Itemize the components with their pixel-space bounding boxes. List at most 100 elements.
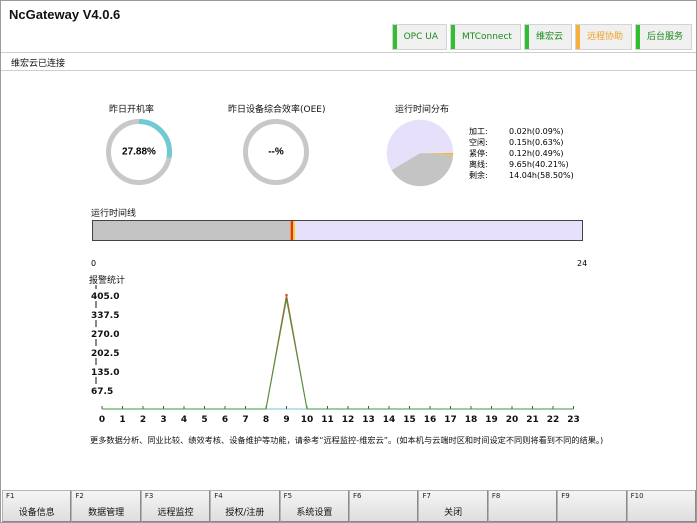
alarm-series-line-1 xyxy=(102,299,574,410)
uptime-value: 27.88% xyxy=(122,146,156,158)
fkey-label: 关闭 xyxy=(444,508,463,518)
legend-label-estop: 紧停: xyxy=(469,149,488,158)
fkey-code: F2 xyxy=(75,492,84,500)
legend-row-processing: 加工: 0.02h(0.09%) xyxy=(469,126,574,137)
alarm-peak-point-1 xyxy=(285,297,288,301)
x-tick-label: 2 xyxy=(140,415,146,425)
uptime-gauge: 27.88% xyxy=(105,118,173,186)
x-tick-label: 16 xyxy=(424,415,437,425)
alarm-peak-point-0 xyxy=(285,293,288,297)
uptime-caption: 昨日开机率 xyxy=(109,105,155,115)
timeline-caption: 运行时间线 xyxy=(91,209,137,219)
x-tick-label: 23 xyxy=(567,415,580,425)
legend-row-estop: 紧停: 0.12h(0.49%) xyxy=(469,148,574,159)
gateway-window: NcGateway V4.0.6 OPC UA MTConnect 维宏云 远程… xyxy=(0,0,697,523)
window-title: NcGateway V4.0.6 xyxy=(9,7,121,22)
header-divider xyxy=(1,52,696,53)
fkey-f2-data-management[interactable]: F2 数据管理 xyxy=(71,490,141,522)
legend-value-processing: 0.02h(0.09%) xyxy=(509,127,564,136)
legend-label-offline: 离线: xyxy=(469,160,488,169)
timeline-segment-0 xyxy=(93,221,290,240)
runtime-timeline-bar xyxy=(92,220,583,241)
x-tick-label: 3 xyxy=(160,415,166,425)
y-tick-label: 67.5 xyxy=(91,387,113,397)
tab-mtconnect[interactable]: MTConnect xyxy=(450,24,521,50)
timeline-start-label: 0 xyxy=(91,259,97,268)
x-tick-label: 19 xyxy=(485,415,498,425)
x-tick-label: 10 xyxy=(301,415,314,425)
x-tick-label: 1 xyxy=(119,415,125,425)
fkey-f10[interactable]: F10 xyxy=(626,490,697,522)
legend-label-idle: 空闲: xyxy=(469,138,488,147)
legend-value-estop: 0.12h(0.49%) xyxy=(509,149,564,158)
tab-background-service[interactable]: 后台服务 xyxy=(634,24,692,50)
fkey-f3-remote-monitor[interactable]: F3 远程监控 xyxy=(140,490,211,522)
x-tick-label: 21 xyxy=(526,415,539,425)
legend-value-offline: 9.65h(40.21%) xyxy=(509,160,569,169)
timeline-segment-4 xyxy=(295,221,582,240)
fkey-f7-close[interactable]: F7 关闭 xyxy=(418,490,488,522)
y-tick-label: 135.0 xyxy=(91,368,119,378)
y-tick-label: 337.5 xyxy=(91,311,119,321)
fkey-f6[interactable]: F6 xyxy=(349,490,419,522)
x-tick-label: 5 xyxy=(201,415,207,425)
legend-row-idle: 空闲: 0.15h(0.63%) xyxy=(469,137,574,148)
x-tick-label: 17 xyxy=(444,415,457,425)
x-tick-label: 12 xyxy=(342,415,355,425)
fkey-f5-system-settings[interactable]: F5 系统设置 xyxy=(279,490,350,522)
x-tick-label: 8 xyxy=(263,415,269,425)
fkey-label: 系统设置 xyxy=(296,508,333,518)
y-tick-label: 270.0 xyxy=(91,330,119,340)
fkey-code: F7 xyxy=(422,492,431,500)
timeline-end-label: 24 xyxy=(577,259,588,268)
legend-value-remaining: 14.04h(58.50%) xyxy=(509,171,574,180)
fkey-f1-device-info[interactable]: F1 设备信息 xyxy=(2,490,72,522)
y-tick-label: 405.0 xyxy=(91,292,119,302)
distribution-pie xyxy=(386,119,454,187)
fkey-code: F9 xyxy=(561,492,570,500)
function-key-bar: F1 设备信息 F2 数据管理 F3 远程监控 F4 授权/注册 F5 系统设置 F6 F… xyxy=(2,490,697,522)
x-tick-label: 6 xyxy=(222,415,228,425)
x-tick-label: 22 xyxy=(547,415,560,425)
fkey-code: F8 xyxy=(491,492,501,500)
distribution-legend: 加工: 0.02h(0.09%) 空闲: 0.15h(0.63%) 紧停: 0.… xyxy=(469,126,574,181)
fkey-f4-license[interactable]: F4 授权/注册 xyxy=(210,490,280,522)
tab-weihong-cloud[interactable]: 维宏云 xyxy=(523,24,572,50)
x-tick-label: 0 xyxy=(99,415,105,425)
fkey-f9[interactable]: F9 xyxy=(557,490,627,522)
fkey-code: F4 xyxy=(214,492,223,500)
fkey-label: 远程监控 xyxy=(157,508,194,518)
legend-row-remaining: 剩余: 14.04h(58.50%) xyxy=(469,170,574,181)
x-tick-label: 18 xyxy=(465,415,478,425)
fkey-code: F5 xyxy=(283,492,293,500)
legend-label-remaining: 剩余: xyxy=(469,171,488,180)
distribution-caption: 运行时间分布 xyxy=(395,105,450,115)
oee-caption: 昨日设备综合效率(OEE) xyxy=(228,105,326,115)
x-tick-label: 9 xyxy=(283,415,289,425)
fkey-code: F3 xyxy=(144,492,154,500)
fkey-label: 授权/注册 xyxy=(225,508,265,518)
fkey-code: F6 xyxy=(353,492,362,500)
fkey-code: F1 xyxy=(6,492,15,500)
cloud-info-note: 更多数据分析、同业比较、绩效考核、设备维护等功能，请参考“远程监控-维宏云”。(… xyxy=(90,435,604,445)
legend-label-processing: 加工: xyxy=(469,127,488,136)
top-tab-bar: OPC UA MTConnect 维宏云 远程协助 后台服务 xyxy=(391,24,692,50)
fkey-code: F10 xyxy=(630,492,644,500)
alarm-statistics-chart: 67.5135.0202.5270.0337.5405.00 1 2 3 4 5 6 7 8 9 1… xyxy=(91,285,580,425)
fkey-label: 设备信息 xyxy=(18,508,55,518)
connection-status: 维宏云已连接 xyxy=(11,59,66,69)
legend-value-idle: 0.15h(0.63%) xyxy=(509,138,564,147)
tab-remote-assist[interactable]: 远程协助 xyxy=(574,24,632,50)
fkey-label: 数据管理 xyxy=(88,508,125,518)
x-tick-label: 15 xyxy=(403,415,416,425)
tab-opc-ua[interactable]: OPC UA xyxy=(391,24,447,50)
x-tick-label: 13 xyxy=(362,415,375,425)
x-tick-label: 4 xyxy=(181,415,187,425)
y-tick-label: 202.5 xyxy=(91,349,119,359)
x-tick-label: 14 xyxy=(383,415,396,425)
alarm-series-line-0 xyxy=(102,294,574,410)
x-tick-label: 11 xyxy=(321,415,334,425)
fkey-f8[interactable]: F8 xyxy=(487,490,558,522)
x-tick-label: 7 xyxy=(242,415,248,425)
legend-row-offline: 离线: 9.65h(40.21%) xyxy=(469,159,574,170)
